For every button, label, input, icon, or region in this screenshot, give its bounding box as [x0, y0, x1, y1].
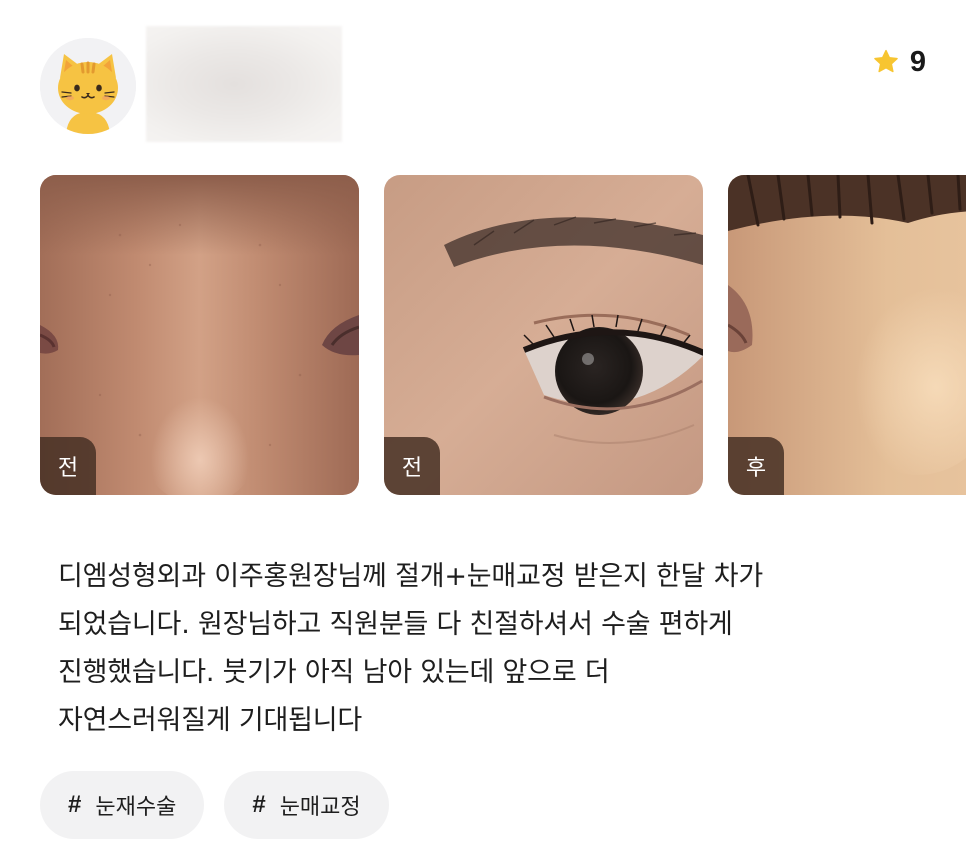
hashtag-chip[interactable]: # 눈매교정: [224, 771, 389, 839]
hashtag-label: 눈재수술: [95, 795, 177, 820]
cat-face-icon: [40, 38, 136, 134]
photo-before-1[interactable]: 전: [40, 175, 359, 495]
photo-tag-after: 후: [728, 437, 784, 495]
review-line: 되었습니다. 원장님하고 직원분들 다 친절하셔서 수술 편하게: [58, 609, 733, 640]
avatar[interactable]: [40, 38, 136, 134]
rating-value: 9: [909, 45, 926, 78]
hashtag-chip[interactable]: # 눈재수술: [40, 771, 205, 839]
photo-strip[interactable]: 전 전 후: [40, 175, 966, 495]
hash-icon: #: [68, 791, 82, 818]
rating: 9: [872, 44, 926, 80]
star-icon: [874, 49, 898, 73]
hashtag-list: # 눈재수술 # 눈매교정: [40, 771, 389, 839]
hashtag-label: 눈매교정: [279, 795, 361, 820]
review-line: 자연스러워질게 기대됩니다: [58, 705, 363, 736]
photo-after-1[interactable]: 후: [728, 175, 966, 495]
photo-tag-before: 전: [40, 437, 96, 495]
review-line: 디엠성형외과 이주홍원장님께 절개+눈매교정 받은지 한달 차가: [58, 561, 763, 592]
hash-icon: #: [252, 791, 266, 818]
photo-before-2[interactable]: 전: [384, 175, 703, 495]
review-line: 진행했습니다. 붓기가 아직 남아 있는데 앞으로 더: [58, 657, 610, 688]
photo-tag-before: 전: [384, 437, 440, 495]
username-blurred: [146, 26, 342, 142]
review-text: 디엠성형외과 이주홍원장님께 절개+눈매교정 받은지 한달 차가 되었습니다. …: [58, 553, 938, 745]
